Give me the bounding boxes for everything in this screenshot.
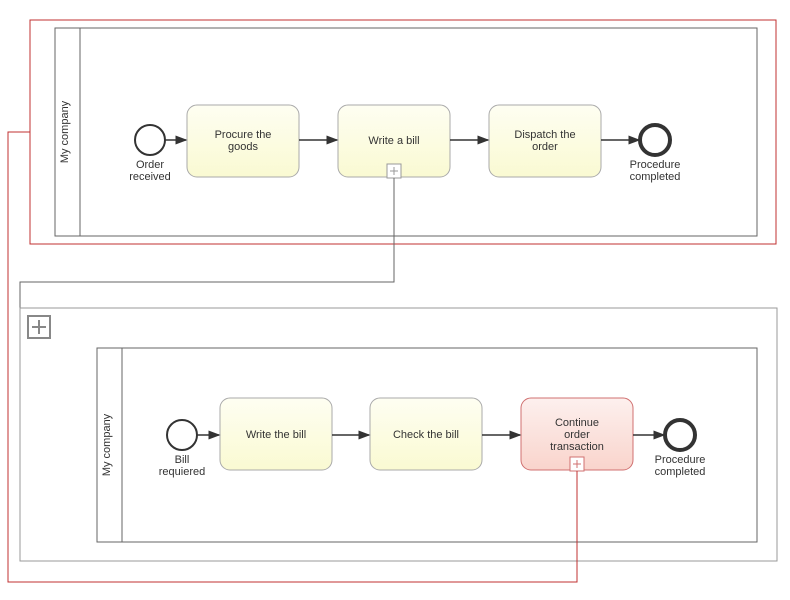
bpmn-diagram: My company Orderreceived Procure thegood… (0, 0, 790, 600)
pool2-end-label: Procedurecompleted (655, 454, 706, 478)
pool2-end-event[interactable] (665, 420, 695, 450)
pool2-start-event[interactable] (167, 420, 197, 450)
pool2-task2-label: Check the bill (393, 429, 459, 441)
pool1-lane-label: My company (59, 100, 71, 163)
pool2-lane-label: My company (101, 413, 113, 476)
pool1-task2-label: Write a bill (368, 135, 419, 147)
pool1-end-label: Procedurecompleted (630, 159, 681, 183)
pool1-end-event[interactable] (640, 125, 670, 155)
pool2-task1-label: Write the bill (246, 429, 306, 441)
pool1-start-event[interactable] (135, 125, 165, 155)
